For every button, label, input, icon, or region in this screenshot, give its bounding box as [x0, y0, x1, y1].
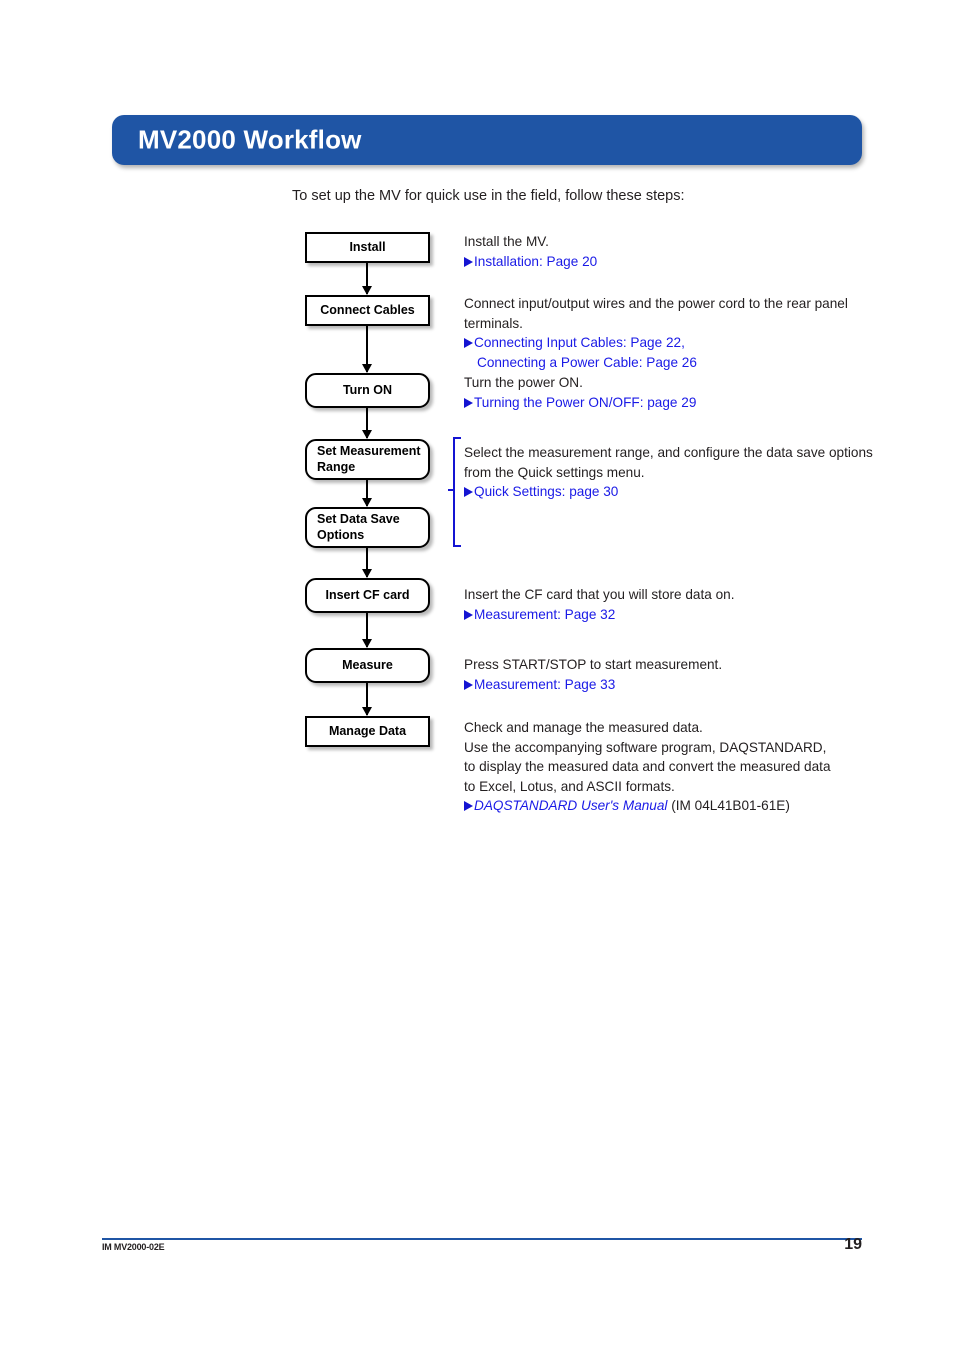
description-line: to Excel, Lotus, and ASCII formats. [464, 778, 675, 794]
cross-reference-label: Connecting a Power Cable: Page 26 [477, 354, 697, 370]
intro-text: To set up the MV for quick use in the fi… [292, 188, 685, 204]
flow-node-label: Set Measurement Range [317, 444, 421, 474]
flow-node-label: Measure [342, 657, 393, 672]
flow-node-install: Install [305, 232, 430, 263]
page-header-banner: MV2000 Workflow [112, 115, 862, 165]
flow-node-turn-on: Turn ON [305, 373, 430, 408]
triangle-bullet-icon [464, 338, 473, 349]
cross-reference-link[interactable]: Turning the Power ON/OFF: page 29 [464, 393, 696, 413]
flow-connector-7 [362, 683, 372, 716]
triangle-bullet-icon [464, 256, 473, 267]
cross-reference-label: Installation: Page 20 [474, 253, 598, 269]
triangle-bullet-icon [464, 609, 473, 620]
description-block-connect-cables: Connect input/output wires and the power… [464, 294, 848, 372]
description-line: terminals. [464, 315, 523, 331]
flow-node-label: Turn ON [342, 382, 393, 397]
cross-reference-label: Quick Settings: page 30 [474, 484, 619, 500]
cross-reference-link[interactable]: Quick Settings: page 30 [464, 482, 873, 502]
description-line: to display the measured data and convert… [464, 759, 831, 775]
triangle-bullet-icon [464, 397, 473, 408]
description-line: Connect input/output wires and the power… [464, 296, 848, 311]
cross-reference-manual-code: (IM 04L41B01-61E) [667, 798, 790, 814]
quick-settings-group-bracket [453, 437, 461, 547]
page-title: MV2000 Workflow [138, 124, 362, 155]
flow-node-insert-cf: Insert CF card [305, 578, 430, 613]
cross-reference-label: Measurement: Page 32 [474, 606, 616, 622]
flow-node-label: Set Data Save Options [317, 512, 400, 542]
cross-reference-label: Connecting Input Cables: Page 22, [474, 335, 685, 351]
quick-settings-group-bracket-nub [448, 489, 454, 491]
flow-node-connect-cables: Connect Cables [305, 295, 430, 326]
cross-reference-link[interactable]: Connecting Input Cables: Page 22, [464, 333, 848, 353]
description-block-manage-data: Check and manage the measured data. Use t… [464, 718, 831, 816]
description-line: Turn the power ON. [464, 375, 583, 390]
flow-connector-5 [362, 548, 372, 578]
flow-node-label: Install [349, 239, 386, 254]
description-block-install: Install the MV. Installation: Page 20 [464, 232, 597, 271]
triangle-bullet-icon [464, 801, 473, 812]
flow-connector-2 [362, 326, 372, 373]
cross-reference-link[interactable]: DAQSTANDARD User's Manual (IM 04L41B01-6… [464, 796, 831, 816]
description-line: from the Quick settings menu. [464, 464, 645, 480]
description-line: Install the MV. [464, 234, 549, 249]
flow-connector-6 [362, 613, 372, 648]
cross-reference-link[interactable]: Installation: Page 20 [464, 252, 597, 272]
description-block-turn-on: Turn the power ON. Turning the Power ON/O… [464, 373, 696, 412]
description-line: Insert the CF card that you will store d… [464, 587, 735, 602]
triangle-bullet-icon [464, 679, 473, 690]
flow-node-set-data-save: Set Data Save Options [305, 507, 430, 548]
cross-reference-label: Turning the Power ON/OFF: page 29 [474, 394, 697, 410]
description-block-measure: Press START/STOP to start measurement. Me… [464, 655, 722, 694]
cross-reference-label: DAQSTANDARD User's Manual [474, 798, 668, 814]
flow-node-label: Insert CF card [325, 587, 410, 602]
description-block-insert-cf: Insert the CF card that you will store d… [464, 585, 735, 624]
footer-page-number: 19 [844, 1236, 862, 1253]
description-line: Select the measurement range, and config… [464, 445, 873, 460]
flow-node-set-range: Set Measurement Range [305, 439, 430, 480]
flow-connector-4 [362, 480, 372, 507]
triangle-bullet-icon [464, 487, 473, 498]
flow-node-measure: Measure [305, 648, 430, 683]
description-block-quick-settings: Select the measurement range, and config… [464, 443, 873, 502]
cross-reference-label: Measurement: Page 33 [474, 676, 616, 692]
description-line: Press START/STOP to start measurement. [464, 657, 723, 672]
flow-connector-1 [362, 263, 372, 295]
flow-node-label: Connect Cables [320, 302, 415, 317]
flow-node-manage-data: Manage Data [305, 716, 430, 747]
cross-reference-link[interactable]: Connecting a Power Cable: Page 26 [464, 353, 848, 373]
flow-connector-3 [362, 408, 372, 439]
description-line: Check and manage the measured data. [464, 720, 703, 735]
cross-reference-link[interactable]: Measurement: Page 32 [464, 605, 735, 625]
cross-reference-link[interactable]: Measurement: Page 33 [464, 675, 722, 695]
description-line: Use the accompanying software program, D… [464, 739, 827, 755]
flow-node-label: Manage Data [328, 723, 407, 738]
